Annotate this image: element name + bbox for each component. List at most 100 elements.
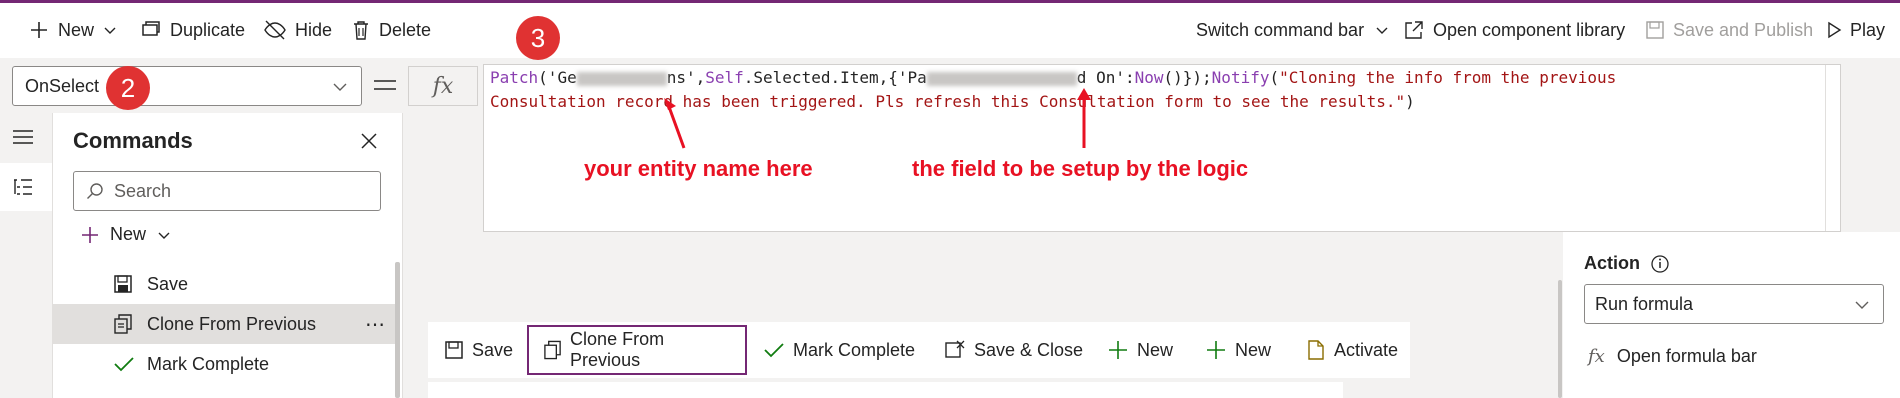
action-label: Action (1584, 253, 1670, 274)
open-component-library-button[interactable]: Open component library (1403, 17, 1625, 43)
canvas-activate-button[interactable]: Activate (1306, 325, 1398, 375)
fx-icon: fx (1588, 346, 1605, 367)
chevron-down-icon (158, 232, 170, 239)
fx-button[interactable]: fx (408, 66, 478, 106)
delete-button[interactable]: Delete (351, 17, 431, 43)
redacted-text (926, 71, 1077, 86)
action-dropdown[interactable]: Run formula (1584, 284, 1884, 324)
hide-label: Hide (295, 19, 333, 40)
equals-icon (374, 80, 396, 90)
open-library-label: Open component library (1433, 19, 1626, 40)
delete-label: Delete (379, 19, 432, 40)
save-icon (445, 341, 463, 359)
tree-view-tab[interactable] (0, 163, 52, 211)
annotation-arrow (1077, 88, 1091, 148)
action-value: Run formula (1595, 293, 1694, 314)
annotation-field: the field to be setup by the logic (912, 156, 1249, 181)
save-icon (114, 275, 132, 293)
chevron-down-icon (1855, 301, 1869, 309)
step-badge-3: 3 (516, 16, 560, 60)
canvas-clone-from-previous-button[interactable]: Clone From Previous (527, 325, 747, 375)
canvas-form-card (428, 382, 1343, 398)
property-value: OnSelect (25, 75, 100, 96)
left-rail (0, 113, 53, 398)
switch-label: Switch command bar (1196, 19, 1365, 40)
plus-icon (1109, 341, 1127, 359)
code-token: Now (1134, 68, 1164, 87)
command-item-mark-complete[interactable]: Mark Complete (53, 344, 395, 384)
tree-view-icon (14, 179, 32, 195)
code-token: Consultation record has been triggered. … (490, 92, 1406, 111)
search-placeholder: Search (114, 180, 172, 201)
code-token: ( (1269, 68, 1280, 87)
canvas-item-label: Save & Close (974, 339, 1084, 360)
search-icon (87, 183, 103, 199)
code-token: ns', (666, 68, 706, 87)
save-and-publish-button[interactable]: Save and Publish (1645, 17, 1813, 43)
plus-icon (82, 226, 98, 243)
chevron-down-icon (333, 83, 347, 91)
code-token: Patch (490, 68, 539, 87)
code-token: ('Ge (538, 68, 577, 87)
checkmark-icon (114, 357, 134, 372)
annotation-arrow (664, 98, 686, 149)
property-dropdown[interactable]: OnSelect (12, 66, 362, 106)
canvas-new-button[interactable]: New (1107, 325, 1173, 375)
new-button[interactable]: New (28, 17, 126, 43)
right-collapse-strip (1841, 58, 1900, 232)
play-icon (1828, 21, 1842, 39)
canvas-new-button-2[interactable]: New (1205, 325, 1271, 375)
save-publish-label: Save and Publish (1673, 19, 1814, 40)
redacted-text (576, 71, 667, 86)
code-token: ()}); (1163, 68, 1212, 87)
right-panel-scrollbar[interactable] (1558, 280, 1562, 398)
chevron-down-icon (1376, 27, 1388, 34)
canvas-item-label: Mark Complete (793, 339, 916, 360)
command-item-clone-from-previous[interactable]: Clone From Previous ⋯ (53, 304, 395, 344)
command-item-save[interactable]: Save (53, 264, 395, 304)
chevron-down-icon (104, 27, 116, 34)
more-options-icon[interactable]: ⋯ (365, 312, 385, 337)
play-label: Play (1850, 19, 1886, 40)
save-icon (1646, 21, 1664, 39)
canvas-item-label: Save (472, 339, 514, 360)
plus-icon (1207, 341, 1225, 359)
duplicate-icon (142, 21, 160, 36)
hide-icon (264, 20, 286, 40)
info-icon[interactable] (1650, 254, 1670, 274)
code-token: "Cloning the info from the previous (1279, 68, 1617, 87)
panel-title: Commands (73, 128, 193, 153)
switch-command-bar-button[interactable]: Switch command bar (1196, 17, 1398, 43)
step-badge-2: 2 (106, 66, 150, 110)
canvas-save-close-button[interactable]: Save & Close (944, 325, 1083, 375)
canvas-mark-complete-button[interactable]: Mark Complete (763, 325, 915, 375)
clone-icon (544, 340, 561, 360)
plus-icon (31, 22, 47, 38)
panel-new-button[interactable]: New (80, 224, 172, 245)
new-label: New (58, 19, 95, 40)
code-token: .Selected.Item,{'Pa (743, 68, 927, 87)
panel-scrollbar[interactable] (395, 262, 400, 398)
clone-icon (114, 314, 132, 334)
search-input[interactable]: Search (73, 171, 381, 211)
play-button[interactable]: Play (1826, 17, 1885, 43)
duplicate-button[interactable]: Duplicate (140, 17, 245, 43)
command-item-label: Save (147, 273, 189, 294)
code-token: ) (1405, 92, 1415, 111)
open-formula-bar-button[interactable]: fx Open formula bar (1588, 346, 1757, 367)
hide-button[interactable]: Hide (263, 17, 332, 43)
canvas-save-button[interactable]: Save (444, 325, 513, 375)
duplicate-label: Duplicate (170, 19, 246, 40)
hamburger-icon[interactable] (12, 128, 34, 146)
fx-label: fx (432, 73, 454, 99)
canvas-item-label: New (1235, 339, 1272, 360)
command-item-label: Clone From Previous (147, 313, 317, 334)
formula-code: Patch('Ge ns',Self.Selected.Item,{'Pa d On… (490, 66, 1830, 114)
canvas-item-label: Activate (1334, 339, 1399, 360)
command-item-label: Mark Complete (147, 353, 270, 374)
canvas-item-label: New (1137, 339, 1174, 360)
close-icon[interactable] (360, 132, 378, 150)
open-formula-bar-label: Open formula bar (1616, 346, 1757, 366)
open-external-icon (1405, 21, 1423, 39)
trash-icon (354, 21, 368, 40)
